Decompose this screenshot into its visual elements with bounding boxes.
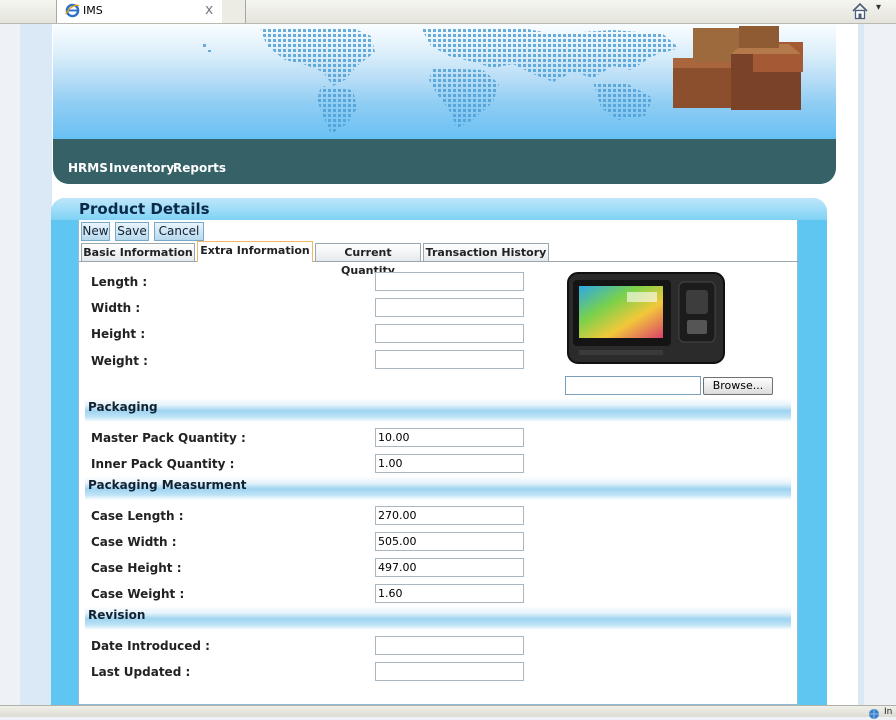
height-field[interactable] bbox=[375, 324, 524, 343]
master-pack-quantity-label: Master Pack Quantity : bbox=[91, 431, 246, 445]
new-button[interactable]: New bbox=[81, 222, 110, 241]
weight-label: Weight : bbox=[91, 354, 148, 368]
status-zone-text: In bbox=[884, 707, 893, 717]
browser-status-bar: In bbox=[0, 705, 896, 719]
master-pack-quantity-field[interactable] bbox=[375, 428, 524, 447]
browser-tab-title: IMS bbox=[83, 4, 103, 17]
case-height-field[interactable] bbox=[375, 558, 524, 577]
nav-link-inventory[interactable]: Inventory bbox=[109, 161, 174, 175]
case-width-label: Case Width : bbox=[91, 535, 177, 549]
case-length-field[interactable] bbox=[375, 506, 524, 525]
header-banner: HRMS Inventory Reports bbox=[53, 24, 836, 184]
case-length-label: Case Length : bbox=[91, 509, 184, 523]
date-introduced-label: Date Introduced : bbox=[91, 639, 210, 653]
tab-divider bbox=[79, 261, 799, 262]
main-nav-bar: HRMS Inventory Reports bbox=[53, 139, 836, 184]
tab-extra-information[interactable]: Extra Information bbox=[197, 241, 313, 262]
section-header-revision: Revision bbox=[85, 606, 791, 630]
world-map-graphic bbox=[203, 26, 803, 134]
nav-link-reports[interactable]: Reports bbox=[173, 161, 226, 175]
inner-pack-quantity-label: Inner Pack Quantity : bbox=[91, 457, 235, 471]
section-header-packaging-measurement: Packaging Measurment bbox=[85, 476, 791, 500]
browser-tab-ims[interactable]: IMS x bbox=[56, 0, 246, 23]
last-updated-field[interactable] bbox=[375, 662, 524, 681]
width-field[interactable] bbox=[375, 298, 524, 317]
home-icon[interactable] bbox=[850, 1, 870, 21]
browse-button[interactable]: Browse... bbox=[703, 377, 773, 395]
panel-body: New Save Cancel Basic Information Extra … bbox=[78, 220, 799, 705]
section-title: Packaging Measurment bbox=[88, 478, 247, 492]
width-label: Width : bbox=[91, 301, 141, 315]
case-weight-field[interactable] bbox=[375, 584, 524, 603]
height-label: Height : bbox=[91, 327, 146, 341]
section-title: Revision bbox=[88, 608, 146, 622]
page-title: Product Details bbox=[79, 200, 210, 218]
browser-tab-bar: IMS x ▾ bbox=[0, 0, 896, 24]
inner-pack-quantity-field[interactable] bbox=[375, 454, 524, 473]
close-icon[interactable]: x bbox=[205, 2, 213, 18]
new-tab-button[interactable] bbox=[222, 0, 246, 23]
tab-current-quantity[interactable]: Current Quantity bbox=[315, 243, 421, 277]
section-header-packaging: Packaging bbox=[85, 398, 791, 422]
length-field[interactable] bbox=[375, 272, 524, 291]
cardboard-boxes-graphic bbox=[673, 26, 803, 110]
case-width-field[interactable] bbox=[375, 532, 524, 551]
product-details-panel: Product Details New Save Cancel Basic In… bbox=[51, 198, 827, 705]
nav-link-hrms[interactable]: HRMS bbox=[68, 161, 108, 175]
last-updated-label: Last Updated : bbox=[91, 665, 191, 679]
save-button[interactable]: Save bbox=[115, 222, 149, 241]
cancel-button[interactable]: Cancel bbox=[154, 222, 204, 241]
internet-zone-icon bbox=[869, 709, 879, 719]
weight-field[interactable] bbox=[375, 350, 524, 369]
image-file-path-field[interactable] bbox=[565, 376, 701, 395]
product-image bbox=[567, 272, 725, 364]
length-label: Length : bbox=[91, 275, 148, 289]
chevron-down-icon[interactable]: ▾ bbox=[876, 2, 881, 13]
tab-basic-information[interactable]: Basic Information bbox=[81, 243, 195, 262]
date-introduced-field[interactable] bbox=[375, 636, 524, 655]
section-title: Packaging bbox=[88, 400, 158, 414]
tab-transaction-history[interactable]: Transaction History bbox=[423, 243, 549, 262]
case-weight-label: Case Weight : bbox=[91, 587, 185, 601]
internet-explorer-icon bbox=[65, 3, 80, 18]
case-height-label: Case Height : bbox=[91, 561, 182, 575]
